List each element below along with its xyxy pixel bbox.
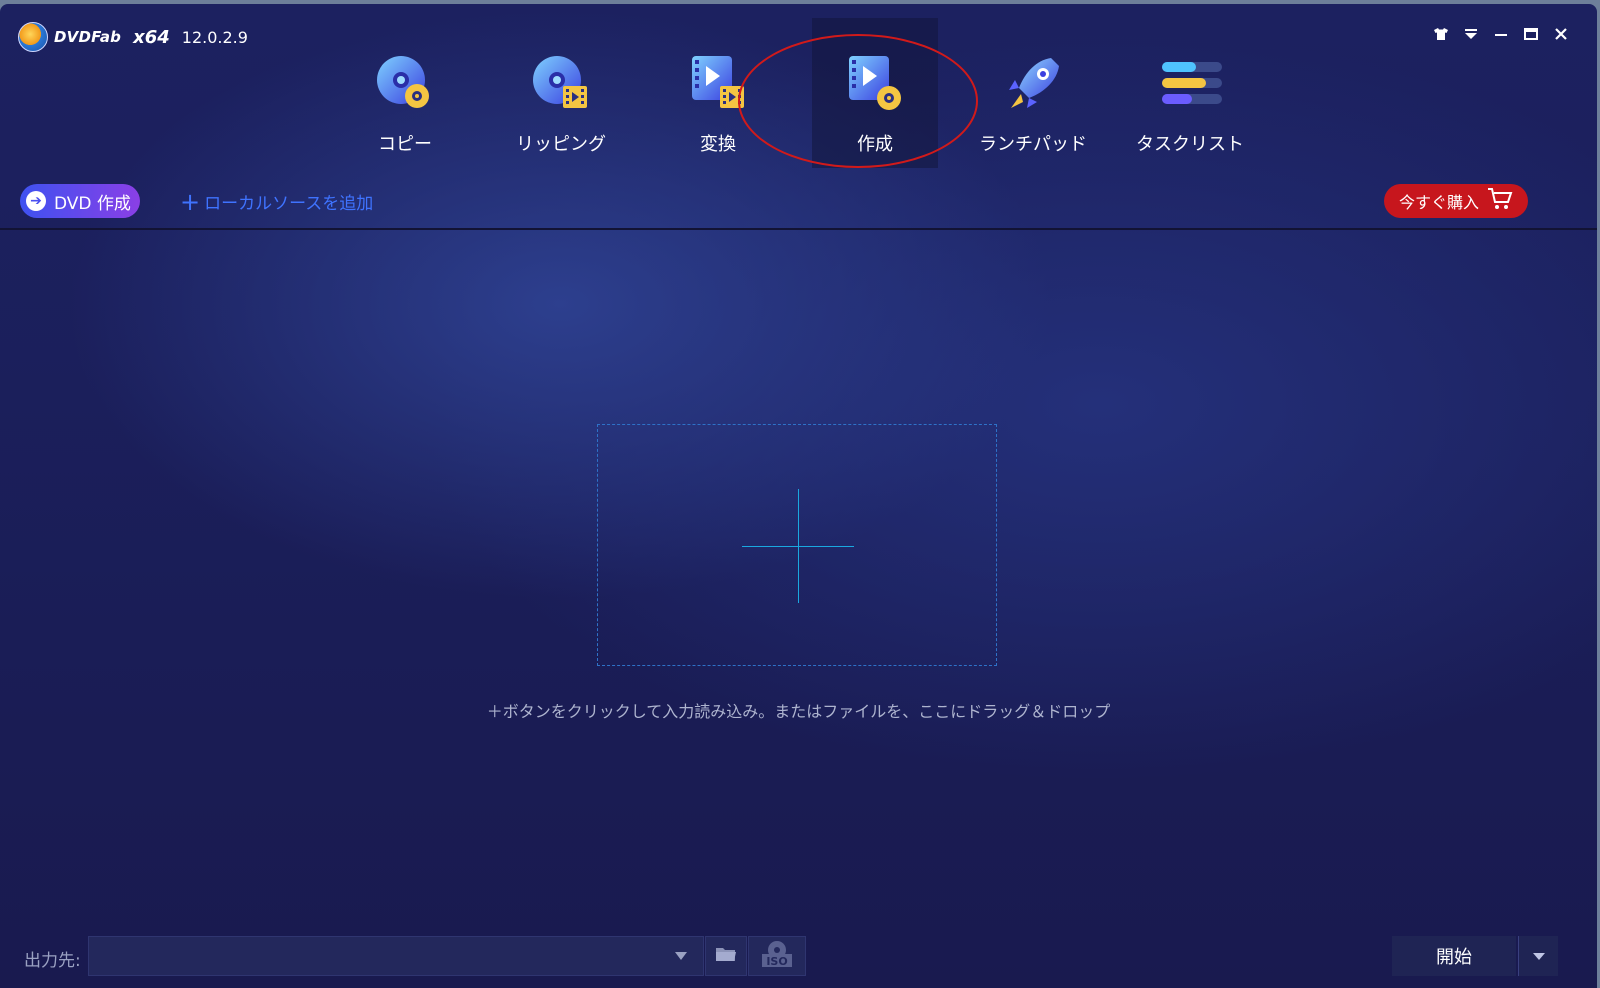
toolbar: ➔ DVD 作成 + ローカルソースを追加 今すぐ購入 xyxy=(0,182,1597,228)
nav-label-task-list: タスクリスト xyxy=(1136,134,1244,155)
iso-icon: ISO xyxy=(760,940,794,972)
highlight-ellipse xyxy=(738,34,978,168)
bottom-bar: 出力先: ISO 開始 xyxy=(0,934,1597,988)
chevron-down-icon xyxy=(1532,952,1545,960)
mode-label: DVD 作成 xyxy=(54,193,131,214)
ripper-icon xyxy=(529,52,593,116)
nav-task-list[interactable]: タスクリスト xyxy=(1127,18,1253,168)
arrow-right-icon: ➔ xyxy=(26,191,46,211)
nav-label-ripper: リッピング xyxy=(516,134,606,155)
cart-icon xyxy=(1487,187,1513,215)
nav-label-converter: 変換 xyxy=(700,134,736,155)
launchpad-rocket-icon xyxy=(1001,52,1065,116)
dvd-creator-mode-button[interactable]: ➔ DVD 作成 xyxy=(20,184,140,218)
copy-disc-icon xyxy=(373,52,437,116)
buy-label: 今すぐ購入 xyxy=(1398,193,1479,212)
drop-zone[interactable] xyxy=(597,424,997,666)
task-list-icon xyxy=(1158,52,1222,116)
output-path-select[interactable] xyxy=(88,936,704,976)
nav-label-copy: コピー xyxy=(378,134,432,155)
chevron-down-icon xyxy=(675,952,687,960)
output-label: 出力先: xyxy=(24,951,81,971)
add-local-source-button[interactable]: + ローカルソースを追加 xyxy=(180,187,374,216)
buy-now-button[interactable]: 今すぐ購入 xyxy=(1384,184,1528,218)
start-button[interactable]: 開始 xyxy=(1392,936,1516,976)
add-plus-icon-vertical xyxy=(798,489,799,603)
nav-ripper[interactable]: リッピング xyxy=(498,18,624,168)
iso-text: ISO xyxy=(766,955,787,968)
app-window: DVDFab x64 12.0.2.9 コピー リッピング 変換 作成 ランチパ… xyxy=(0,4,1597,988)
nav-launchpad[interactable]: ランチパッド xyxy=(970,18,1096,168)
folder-icon xyxy=(715,945,737,967)
toolbar-separator xyxy=(0,228,1597,230)
browse-folder-button[interactable] xyxy=(705,936,747,976)
add-source-label: ローカルソースを追加 xyxy=(204,194,374,214)
drop-zone-hint: ＋ボタンをクリックして入力読み込み。またはファイルを、ここにドラッグ＆ドロップ xyxy=(486,702,1111,721)
plus-icon: + xyxy=(180,187,201,216)
nav-label-launchpad: ランチパッド xyxy=(979,134,1087,155)
save-as-iso-button[interactable]: ISO xyxy=(748,936,806,976)
start-label: 開始 xyxy=(1436,947,1472,968)
start-options-dropdown[interactable] xyxy=(1518,936,1558,976)
nav-copy[interactable]: コピー xyxy=(342,18,468,168)
